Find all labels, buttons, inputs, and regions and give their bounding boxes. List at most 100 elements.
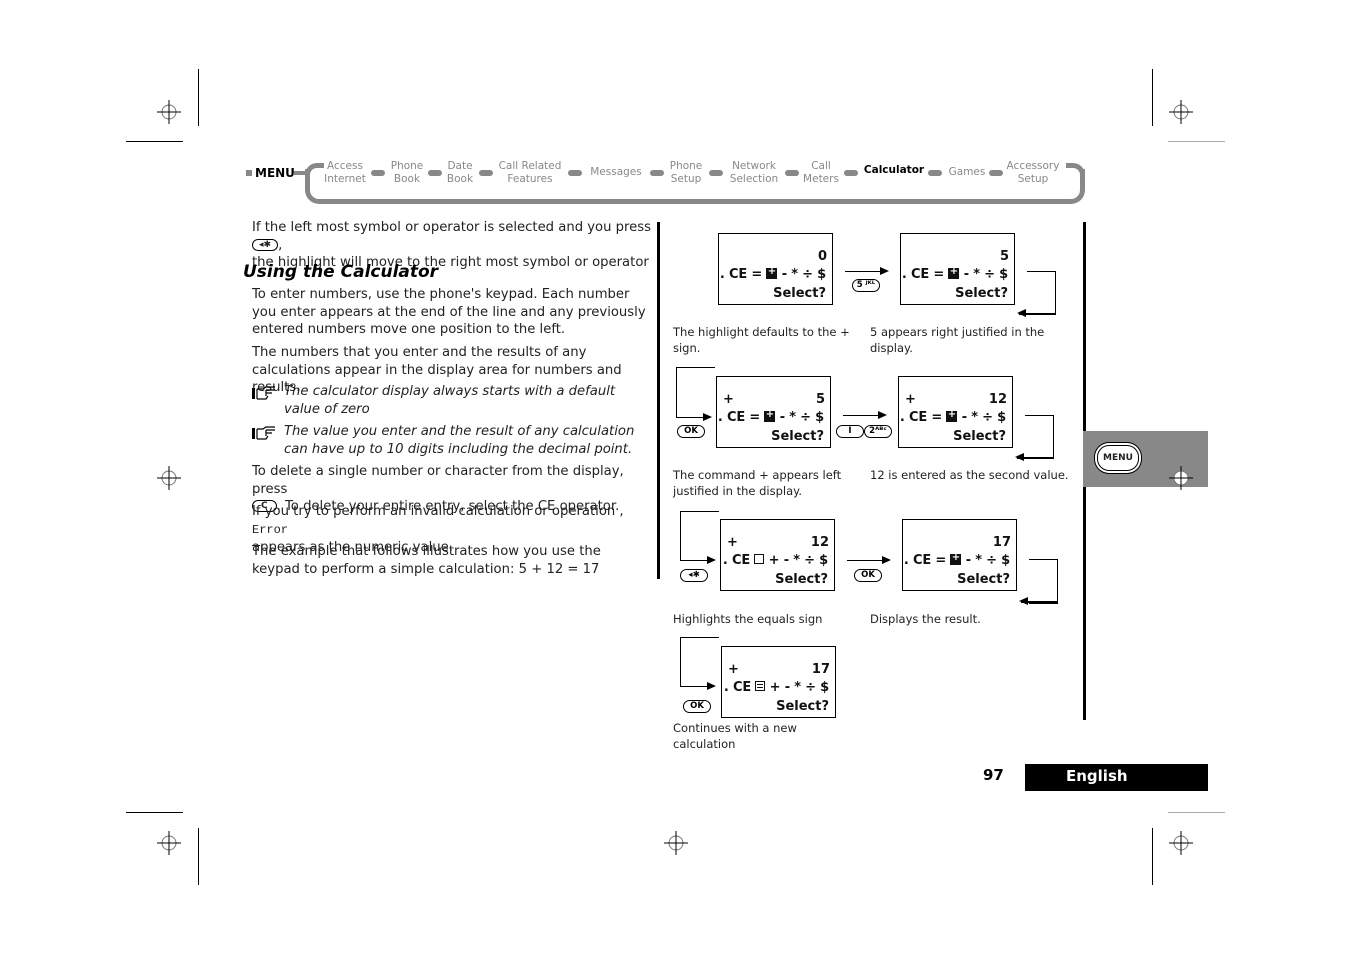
menu-button-icon: MENU [1097, 445, 1139, 471]
ce-equals: . CE = [899, 410, 943, 425]
operator-row: . CE = - * ÷ $ [904, 550, 1011, 568]
nav-separator [371, 170, 385, 176]
display-value: 5 [815, 392, 825, 407]
caption: The command + appears left justified in … [673, 468, 842, 498]
intro-line1: If the left most symbol or operator is s… [252, 220, 652, 235]
display-value: 17 [992, 535, 1011, 550]
crop-mark [1152, 69, 1153, 126]
delete-text-pre: To delete a single number or character f… [252, 464, 624, 497]
highlighted-equals-box-icon [754, 554, 765, 564]
ok-key-icon: OK [677, 425, 705, 438]
operator-row: . CE = - * ÷ $ [899, 407, 1007, 425]
display-operator: + [727, 535, 738, 550]
highlighted-plus-icon [946, 407, 958, 423]
nav-separator [928, 170, 942, 176]
operators: - * ÷ $ [781, 267, 827, 282]
nav-item-accessory-setup[interactable]: Accessory Setup [1003, 160, 1063, 186]
calculator-display: +12 . CE + - * ÷ $ Select? [720, 519, 835, 591]
crop-mark [126, 141, 183, 142]
return-line [1025, 415, 1054, 459]
nav-item-call-related-features[interactable]: Call Related Features [495, 160, 565, 186]
key-1-icon: I [836, 425, 864, 438]
nav-item-phone-setup[interactable]: Phone Setup [666, 160, 706, 186]
operator-row: . CE = - * ÷ $ [719, 264, 827, 282]
crop-mark [126, 812, 183, 813]
nav-item-phone-book[interactable]: Phone Book [387, 160, 427, 186]
display-value: 12 [988, 392, 1007, 407]
equals-box-icon [755, 681, 766, 691]
arrow-right-icon [680, 680, 716, 692]
key-5-icon: 5 ᴶᴷᴸ [852, 279, 880, 292]
registration-mark-icon [157, 466, 181, 490]
return-line [1029, 559, 1058, 604]
ok-key-icon: OK [854, 569, 882, 582]
nav-separator [844, 170, 858, 176]
pointing-hand-icon [252, 386, 275, 400]
page-number: 97 [983, 766, 1004, 784]
operators: + - * ÷ $ [768, 553, 829, 568]
nav-separator [785, 170, 799, 176]
calculator-display: 0 . CE = - * ÷ $ Select? [718, 233, 833, 305]
ce-label: . CE [723, 680, 752, 695]
nav-item-call-meters[interactable]: Call Meters [801, 160, 841, 186]
nav-item-date-book[interactable]: Date Book [442, 160, 478, 186]
registration-mark-icon [157, 831, 181, 855]
registration-mark-icon [1169, 100, 1193, 124]
display-operator: + [905, 392, 916, 407]
operator-row: . CE + - * ÷ $ [724, 680, 829, 695]
display-value: 0 [817, 249, 827, 264]
arrow-left-icon [1015, 454, 1053, 460]
ce-equals: . CE = [717, 410, 761, 425]
registration-mark-icon [1169, 466, 1193, 490]
note: The value you enter and the result of an… [252, 423, 647, 458]
note-text: The value you enter and the result of an… [284, 424, 635, 457]
nav-menu-label: MENU [255, 166, 295, 180]
highlighted-plus-icon [764, 407, 776, 423]
nav-item-messages[interactable]: Messages [588, 166, 644, 179]
ce-label: . CE [722, 553, 751, 568]
operators: - * ÷ $ [961, 410, 1007, 425]
display-value: 5 [999, 249, 1009, 264]
arrow-right-icon [845, 265, 889, 277]
language-label: English [1066, 767, 1128, 785]
highlighted-plus-icon [948, 264, 960, 280]
operator-row: . CE = - * ÷ $ [902, 264, 1008, 282]
caption: Continues with a new calculation [673, 721, 797, 751]
arrow-right-icon [843, 409, 887, 421]
nav-item-network-selection[interactable]: Network Selection [726, 160, 782, 186]
calculator-display: +12 . CE = - * ÷ $ Select? [898, 376, 1013, 448]
nav-separator [650, 170, 664, 176]
ce-equals: . CE = [719, 267, 763, 282]
note-text: The calculator display always starts wit… [284, 384, 616, 417]
calculator-display: +17 . CE + - * ÷ $ Select? [721, 646, 836, 718]
select-prompt: Select? [953, 429, 1006, 444]
caption: 5 appears right justified in the display… [870, 325, 1045, 355]
star-key-icon: ◂✱ [252, 238, 279, 251]
ok-key-icon: OK [683, 700, 711, 713]
entry-line [680, 637, 719, 687]
display-value: 12 [810, 535, 829, 550]
highlighted-plus-icon [766, 264, 778, 280]
display-operator: + [723, 392, 734, 407]
crop-mark [198, 828, 199, 885]
pointing-hand-icon [252, 426, 275, 440]
nav-item-access-internet[interactable]: Access Internet [322, 160, 368, 186]
intro-comma: , [278, 237, 283, 253]
language-bar: English [1025, 764, 1208, 791]
registration-mark-icon [157, 100, 181, 124]
error-code: Error [252, 522, 289, 537]
nav-separator [709, 170, 723, 176]
registration-mark-icon [664, 831, 688, 855]
nav-item-games[interactable]: Games [946, 166, 988, 179]
nav-separator [428, 170, 442, 176]
crop-mark [1152, 828, 1153, 885]
arrow-right-icon [680, 554, 716, 566]
operators: - * ÷ $ [965, 553, 1011, 568]
select-prompt: Select? [771, 429, 824, 444]
select-prompt: Select? [775, 572, 828, 587]
nav-item-calculator[interactable]: Calculator [862, 164, 926, 177]
operator-row: . CE + - * ÷ $ [723, 553, 828, 568]
crop-mark [198, 69, 199, 126]
calculator-display: 17 . CE = - * ÷ $ Select? [902, 519, 1017, 591]
arrow-right-icon [847, 554, 891, 566]
